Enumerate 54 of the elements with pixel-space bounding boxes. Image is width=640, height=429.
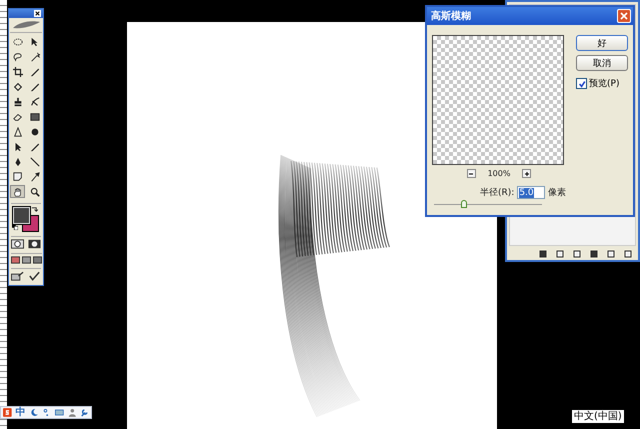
preview-checkbox[interactable]: 预览(P) bbox=[576, 77, 628, 90]
radius-label: 半径(R): bbox=[480, 186, 514, 199]
feather-icon[interactable] bbox=[11, 20, 41, 30]
zoom-in-button[interactable] bbox=[522, 169, 532, 178]
panel-tool-icon[interactable] bbox=[573, 250, 581, 258]
default-colors-icon[interactable] bbox=[12, 224, 18, 230]
dialog-button[interactable]: 好 bbox=[576, 35, 628, 51]
minus-icon bbox=[468, 170, 474, 176]
move-icon bbox=[30, 36, 40, 46]
zoom-level: 100% bbox=[488, 169, 510, 178]
panel-tool-icon[interactable] bbox=[590, 250, 598, 258]
pen-icon bbox=[12, 156, 22, 166]
pointer-icon bbox=[12, 142, 22, 152]
note-icon bbox=[12, 172, 22, 182]
input-mode[interactable]: 中 bbox=[16, 407, 26, 418]
lasso-icon bbox=[12, 52, 22, 62]
close-icon[interactable] bbox=[34, 10, 41, 17]
panel-tool-icon[interactable] bbox=[539, 250, 547, 258]
slider-thumb[interactable] bbox=[461, 200, 468, 208]
zoom-out-button[interactable] bbox=[466, 169, 476, 178]
dialog-title: 高斯模糊 bbox=[431, 9, 471, 23]
line-icon bbox=[30, 156, 40, 166]
stamp-icon bbox=[12, 96, 22, 106]
tool-button[interactable] bbox=[10, 65, 25, 78]
language-indicator[interactable]: 中文(中国) bbox=[572, 410, 624, 423]
panel-tool-icon[interactable] bbox=[556, 250, 564, 258]
person-icon[interactable] bbox=[68, 408, 76, 417]
radius-field[interactable]: 5.0 bbox=[517, 186, 545, 199]
checkmark-icon bbox=[578, 80, 586, 88]
plus-icon bbox=[524, 170, 530, 176]
crop-icon bbox=[12, 66, 22, 76]
moon-icon[interactable] bbox=[30, 408, 38, 417]
foreground-color-swatch[interactable] bbox=[13, 207, 30, 224]
close-icon bbox=[620, 12, 628, 20]
ellipse-icon bbox=[12, 36, 22, 46]
tool-button[interactable] bbox=[10, 185, 25, 198]
dialog-button[interactable]: 取消 bbox=[576, 55, 628, 71]
panel-tool-icon[interactable] bbox=[607, 250, 615, 258]
close-button[interactable] bbox=[617, 9, 631, 23]
wrench-icon[interactable] bbox=[80, 408, 90, 417]
search-icon bbox=[30, 186, 40, 196]
keyboard-icon[interactable] bbox=[55, 408, 64, 417]
jump-to-icon[interactable] bbox=[11, 271, 24, 281]
standard-mode-icon[interactable] bbox=[11, 239, 24, 249]
wand-icon bbox=[30, 52, 40, 62]
quick-mask-icon[interactable] bbox=[28, 239, 41, 249]
ime-logo-icon[interactable] bbox=[3, 408, 12, 417]
checkmark-icon[interactable] bbox=[28, 271, 41, 281]
checkbox[interactable] bbox=[576, 78, 587, 89]
hand-icon bbox=[12, 186, 22, 196]
panel-tool-icon[interactable] bbox=[624, 250, 632, 258]
swap-arrow-icon[interactable] bbox=[31, 206, 38, 213]
eraser-icon bbox=[12, 112, 22, 122]
unit-label: 像素 bbox=[548, 186, 566, 199]
